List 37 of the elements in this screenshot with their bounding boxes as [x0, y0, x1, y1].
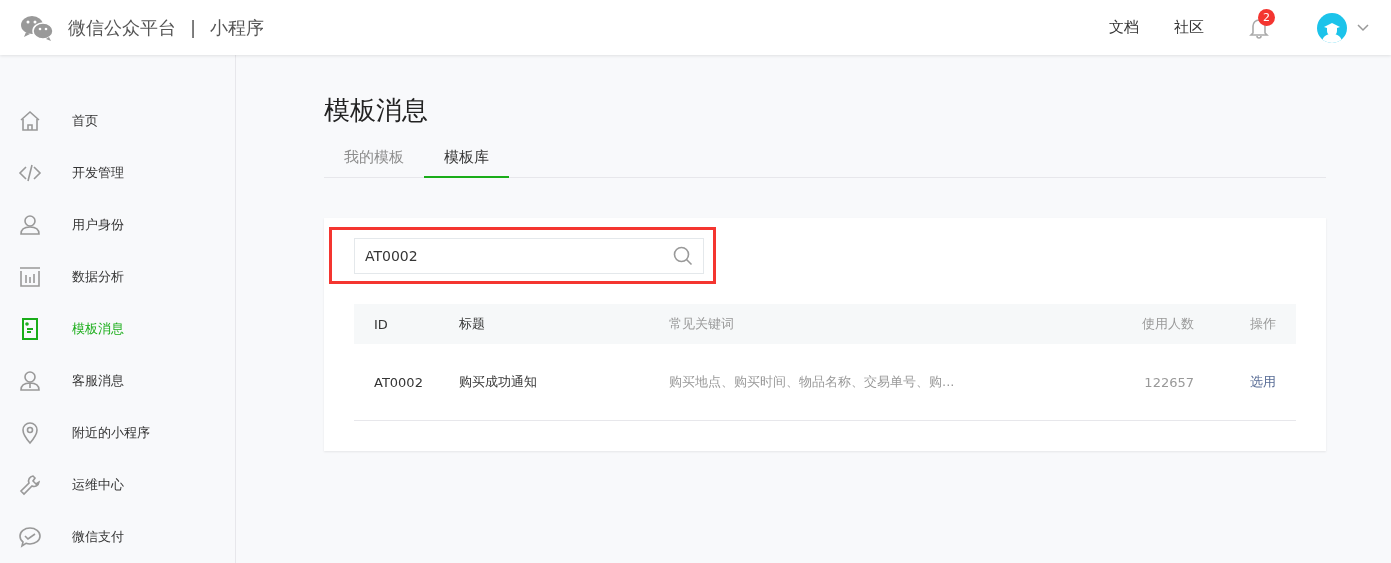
table-cell-text: 购买地点、购买时间、物品名称、交易单号、购...: [669, 373, 956, 391]
search-icon[interactable]: [673, 246, 693, 266]
select-link[interactable]: 选用: [1194, 373, 1276, 391]
chat-bubble-icon: [18, 525, 42, 549]
header-link[interactable]: 社区: [1174, 18, 1204, 37]
sidebar-item[interactable]: 附近的小程序: [0, 407, 235, 459]
sidebar-item[interactable]: 客服消息: [0, 355, 235, 407]
avatar[interactable]: [1317, 12, 1347, 43]
column-header: 常见关键词: [669, 315, 735, 333]
home-icon: [18, 109, 42, 133]
chat-bubbles-logo: [20, 13, 54, 42]
table-cell-text: 购买成功通知: [459, 373, 538, 391]
column-header: 操作: [1249, 315, 1276, 333]
bar-chart-icon: [18, 265, 42, 289]
column-header: 标题: [459, 315, 486, 333]
tab[interactable]: 模板库: [424, 144, 509, 178]
user-icon: [18, 369, 42, 393]
title-divider: |: [190, 17, 197, 38]
header-link[interactable]: 文档: [1109, 18, 1139, 37]
sidebar-item[interactable]: 数据分析: [0, 251, 235, 303]
sidebar-item[interactable]: 微信支付: [0, 511, 235, 563]
table-cell-text: 122657: [1143, 374, 1194, 390]
wrench-icon: [18, 473, 42, 497]
product-title: 小程序: [210, 15, 265, 40]
search-field[interactable]: AT0002: [354, 238, 704, 274]
table-cell-text: AT0002: [374, 374, 424, 390]
sidebar-item[interactable]: 运维中心: [0, 459, 235, 511]
platform-title: 微信公众平台: [68, 15, 176, 40]
sidebar-item[interactable]: 开发管理: [0, 147, 235, 199]
column-header: ID: [374, 316, 389, 332]
notification-badge: 2: [1258, 8, 1275, 26]
chevron-down-icon[interactable]: [1357, 23, 1369, 32]
sidebar-item[interactable]: 用户身份: [0, 199, 235, 251]
page-title: 模板消息: [324, 94, 429, 127]
user-icon: [18, 213, 42, 237]
sidebar-item[interactable]: 首页: [0, 95, 235, 147]
column-header: 使用人数: [1141, 315, 1194, 333]
